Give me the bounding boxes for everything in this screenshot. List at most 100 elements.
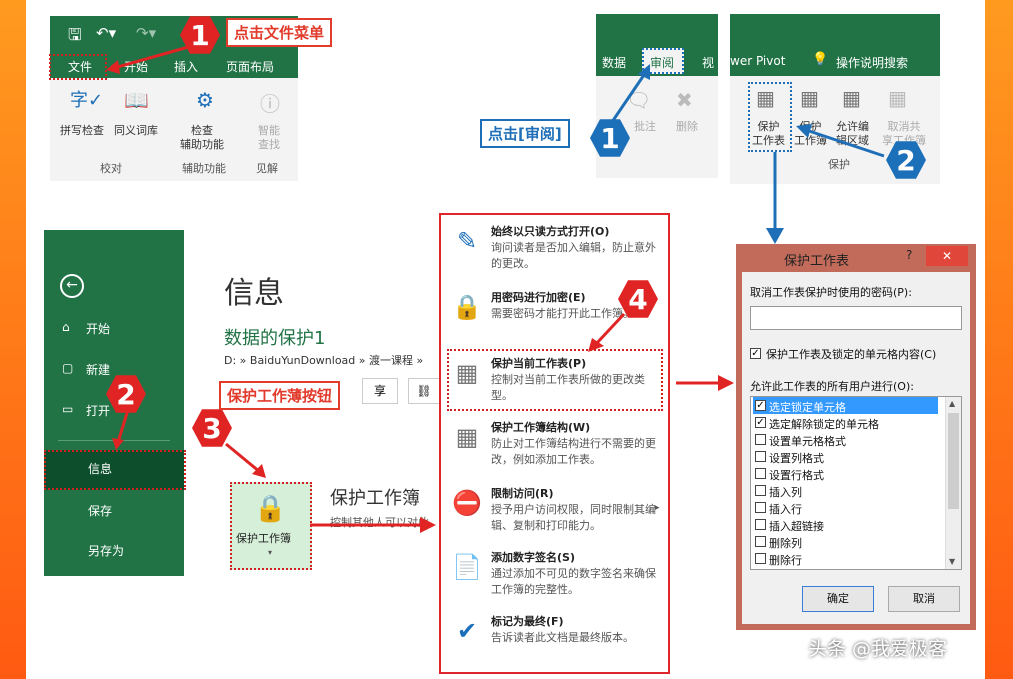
permission-label: 设置单元格格式 <box>769 435 846 448</box>
menu-item-mark-final[interactable]: ✔ 标记为最终(F) 告诉读者此文档是最终版本。 <box>449 613 664 653</box>
permission-option[interactable]: ✓ 选定锁定单元格 <box>753 397 938 414</box>
delete-button[interactable]: 删除 <box>676 120 698 134</box>
dialog-title: 保护工作表 <box>784 254 850 269</box>
password-input[interactable] <box>750 306 962 330</box>
nav-save-as[interactable]: 另存为 <box>88 542 124 559</box>
workbook-name: 数据的保护1 <box>224 328 326 349</box>
permission-checkbox[interactable] <box>755 485 766 496</box>
callout-click-file: 点击文件菜单 <box>226 18 333 47</box>
permission-label: 选定解除锁定的单元格 <box>769 418 879 431</box>
scroll-thumb[interactable] <box>948 413 959 509</box>
menu-item-title: 添加数字签名(S) <box>491 551 575 564</box>
watermark: 头条 @我爱极客 <box>808 638 948 660</box>
menu-item-title: 始终以只读方式打开(O) <box>491 225 610 238</box>
permissions-list[interactable]: ✓ 选定锁定单元格 ✓ 选定解除锁定的单元格 设置单元格格式 设置列格式 设置行格式 插入列插… <box>750 396 962 570</box>
protect-contents-checkbox[interactable]: ✓ <box>750 348 761 359</box>
tell-me-search[interactable]: 操作说明搜索 <box>836 54 908 71</box>
callout-click-review: 点击[审阅] <box>480 119 570 148</box>
scroll-up-icon[interactable]: ▲ <box>949 399 955 408</box>
page-title: 信息 <box>224 276 284 311</box>
permission-option[interactable]: 插入行 <box>753 499 938 516</box>
permission-option[interactable]: 删除列 <box>753 533 938 550</box>
tab-power-pivot[interactable]: wer Pivot <box>730 54 785 68</box>
right-border <box>985 0 1013 679</box>
group-proofing: 校对 <box>100 162 122 175</box>
pencil-no-icon: ✎ <box>456 227 478 255</box>
menu-item-digital-signature[interactable]: 📄 添加数字签名(S) 通过添加不可见的数字签名来确保工作簿的完整性。 <box>449 549 664 605</box>
permission-option[interactable]: 插入列 <box>753 482 938 499</box>
smart-lookup-button[interactable]: 智能 查找 <box>258 124 280 152</box>
permission-checkbox[interactable] <box>755 434 766 445</box>
permission-label: 选定锁定单元格 <box>769 401 846 414</box>
lock-key-icon: 🔒 <box>452 293 482 321</box>
permission-label: 删除行 <box>769 554 802 567</box>
menu-item-desc: 告诉读者此文档是最终版本。 <box>491 631 634 644</box>
permission-option[interactable]: 设置列格式 <box>753 448 938 465</box>
share-button[interactable]: 享 <box>362 378 398 404</box>
thesaurus-icon: 📖 <box>124 88 149 112</box>
arrow-2b <box>796 124 885 158</box>
nav-save[interactable]: 保存 <box>88 502 112 519</box>
permission-checkbox[interactable] <box>755 519 766 530</box>
permission-checkbox[interactable]: ✓ <box>755 417 766 428</box>
arrow-1 <box>106 44 193 74</box>
thesaurus-button[interactable]: 同义词库 <box>114 124 158 138</box>
close-icon[interactable]: ✕ <box>926 246 968 266</box>
permission-label: 插入行 <box>769 503 802 516</box>
allow-edit-ranges-icon: ▦ <box>842 86 861 110</box>
new-icon: ▢ <box>62 361 74 375</box>
arrow-to-menu <box>310 517 436 533</box>
scrollbar[interactable]: ▲ ▼ <box>945 397 961 569</box>
menu-item-read-only[interactable]: ✎ 始终以只读方式打开(O) 询问读者是否加入编辑，防止意外的更改。 <box>449 223 664 279</box>
nav-home[interactable]: 开始 <box>86 320 110 337</box>
permission-label: 删除列 <box>769 537 802 550</box>
menu-item-desc: 询问读者是否加入编辑，防止意外的更改。 <box>491 241 656 270</box>
lightbulb-icon: 💡 <box>812 52 829 67</box>
permission-checkbox[interactable] <box>755 468 766 479</box>
permission-label: 插入列 <box>769 486 802 499</box>
permission-option[interactable]: 删除行 <box>753 550 938 567</box>
permission-checkbox[interactable] <box>755 502 766 513</box>
arrow-1b <box>610 64 650 123</box>
permission-checkbox[interactable] <box>755 553 766 564</box>
tab-page-layout[interactable]: 页面布局 <box>226 58 274 75</box>
permission-option[interactable]: 设置单元格格式 <box>753 431 938 448</box>
restrict-icon: ⛔ <box>452 489 482 517</box>
menu-item-title: 标记为最终(F) <box>491 615 564 628</box>
spell-check-button[interactable]: 拼写检查 <box>60 124 104 138</box>
nav-new[interactable]: 新建 <box>86 361 110 378</box>
permission-option[interactable]: ✓ 选定解除锁定的单元格 <box>753 414 938 431</box>
file-path: D: » BaiduYunDownload » 渡一课程 » <box>224 354 424 367</box>
permission-checkbox[interactable] <box>755 536 766 547</box>
arrow-2 <box>112 409 130 450</box>
menu-item-protect-structure[interactable]: ▦ 保护工作簿结构(W) 防止对工作簿结构进行不需要的更改，例如添加工作表。 <box>449 419 664 475</box>
file-tab-highlight <box>49 54 107 80</box>
permission-label: 设置行格式 <box>769 469 824 482</box>
back-arrow-icon[interactable]: ← <box>60 274 84 298</box>
menu-item-desc: 防止对工作簿结构进行不需要的更改，例如添加工作表。 <box>491 437 656 466</box>
protect-sheet-highlight <box>748 82 792 152</box>
protect-workbook-btn[interactable]: 🔒 保护工作簿 ▾ <box>230 482 312 570</box>
menu-item-title: 保护工作簿结构(W) <box>491 421 591 434</box>
permission-checkbox[interactable]: ✓ <box>755 400 766 411</box>
nav-info[interactable]: 信息 <box>88 460 112 477</box>
ok-button[interactable]: 确定 <box>802 586 874 612</box>
left-border <box>0 0 26 679</box>
permission-option[interactable]: 插入超链接 <box>753 516 938 533</box>
accessibility-button[interactable]: 检查 辅助功能 <box>180 124 224 152</box>
menu-item-title: 用密码进行加密(E) <box>491 291 586 304</box>
permission-option[interactable]: 设置行格式 <box>753 465 938 482</box>
scroll-down-icon[interactable]: ▼ <box>949 557 955 566</box>
menu-item-restrict-access[interactable]: ⛔ 限制访问(R) 授予用户访问权限，同时限制其编辑、复制和打印能力。 ▸ <box>449 485 664 541</box>
nav-open[interactable]: 打开 <box>86 402 110 419</box>
arrow-4 <box>588 312 626 352</box>
save-icon[interactable]: 🖫 <box>68 24 82 51</box>
cancel-button[interactable]: 取消 <box>888 586 960 612</box>
home-icon: ⌂ <box>62 320 70 334</box>
submenu-arrow-icon: ▸ <box>655 503 660 513</box>
permission-checkbox[interactable] <box>755 451 766 462</box>
link-icon[interactable]: ⛓ <box>408 378 440 404</box>
menu-item-desc: 通过添加不可见的数字签名来确保工作簿的完整性。 <box>491 567 656 596</box>
help-icon[interactable]: ? <box>906 248 912 262</box>
tab-view[interactable]: 视 <box>702 54 714 71</box>
